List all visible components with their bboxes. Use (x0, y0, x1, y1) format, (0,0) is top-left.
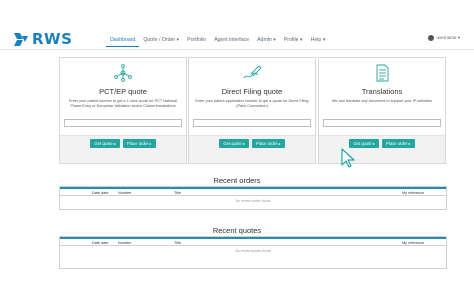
get-quote-button[interactable]: Get quote ▸ (219, 139, 249, 148)
card-description: We can translate any document to support… (332, 99, 432, 103)
pen-signature-icon (243, 65, 262, 79)
place-order-button[interactable]: Place order ▸ (251, 139, 285, 148)
rws-logo[interactable]: RWS (14, 30, 72, 48)
brand-name: RWS (32, 30, 73, 48)
column-date[interactable]: Date date (92, 241, 108, 245)
recent-quotes-table: Date date Number Title My reference No r… (59, 236, 447, 269)
column-my-reference[interactable]: My reference (402, 241, 424, 245)
nav-portfolio[interactable]: Portfolio (183, 34, 210, 47)
application-number-input[interactable] (193, 119, 311, 127)
main-nav: Dashboard Quote / Order ▾ Portfolio Agen… (106, 34, 329, 47)
network-nodes-icon (114, 64, 132, 82)
column-my-reference[interactable]: My reference (402, 191, 424, 195)
patent-number-input[interactable] (64, 119, 182, 127)
get-quote-button[interactable]: Get quote ▸ (90, 139, 120, 148)
direct-filing-quote-card: Direct Filing quote Enter your patent ap… (188, 57, 316, 164)
nav-help[interactable]: Help ▾ (307, 34, 330, 47)
place-order-button[interactable]: Place order ▸ (381, 139, 415, 148)
document-icon (376, 64, 389, 82)
empty-message: No recent quotes found (235, 249, 271, 253)
empty-message: No recent orders found (235, 199, 271, 203)
mouse-cursor-icon (341, 148, 355, 168)
card-title: Direct Filing quote (221, 87, 283, 96)
column-number[interactable]: Number (118, 241, 132, 245)
pct-ep-quote-card: PCT/EP quote Enter your patent number to… (59, 57, 187, 164)
top-navigation-bar: RWS Dashboard Quote / Order ▾ Portfolio … (0, 0, 474, 50)
get-quote-button[interactable]: Get quote ▸ (349, 139, 379, 148)
table-header: Date date Number Title My reference (60, 237, 446, 246)
recent-orders-table: Date date Number Title My reference No r… (59, 186, 447, 210)
translations-card: Translations We can translate any docume… (318, 57, 446, 164)
column-number[interactable]: Number (118, 191, 132, 195)
place-order-button[interactable]: Place order ▸ (122, 139, 156, 148)
nav-profile[interactable]: Profile ▾ (280, 34, 307, 47)
user-name: username ▾ (436, 35, 460, 40)
card-description: Enter your patent number to get a 1-clic… (68, 99, 178, 108)
column-title[interactable]: Title (174, 191, 181, 195)
nav-dashboard[interactable]: Dashboard (106, 34, 140, 47)
table-header: Date date Number Title My reference (60, 187, 446, 196)
nav-quote-order[interactable]: Quote / Order ▾ (139, 34, 183, 47)
column-date[interactable]: Date date (92, 191, 108, 195)
user-icon (428, 35, 435, 41)
nav-admin[interactable]: Admin ▾ (253, 34, 280, 47)
user-menu[interactable]: username ▾ (428, 35, 460, 41)
column-title[interactable]: Title (174, 241, 181, 245)
translation-input[interactable] (323, 119, 441, 127)
card-title: Translations (361, 87, 403, 96)
recent-orders-title: Recent orders (213, 176, 261, 185)
card-description: Enter your patent application number to … (195, 99, 309, 108)
card-title: PCT/EP quote (99, 87, 147, 96)
rws-logo-icon (14, 32, 28, 46)
nav-agent-interface[interactable]: Agent interface (210, 34, 253, 47)
recent-quotes-title: Recent quotes (212, 226, 262, 235)
